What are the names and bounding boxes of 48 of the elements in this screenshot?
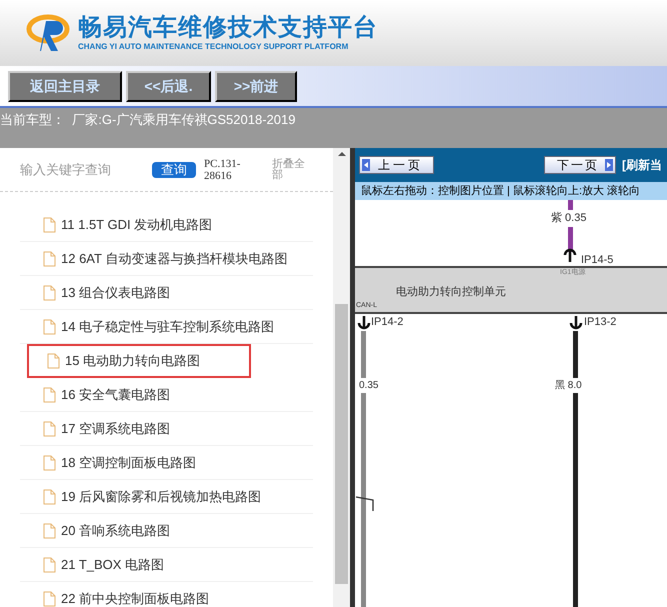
tree-item[interactable]: 14 电子稳定性与驻车控制系统电路图 [20, 310, 313, 344]
left-arrow-icon [362, 159, 370, 171]
header-title: 畅易汽车维修技术支持平台 [78, 14, 378, 42]
pin-label: IP14-5 [581, 253, 614, 268]
scrollbar-thumb[interactable] [335, 304, 348, 584]
document-code: PC.131-28616 [204, 158, 242, 182]
document-icon [43, 250, 56, 266]
scroll-up-icon[interactable] [338, 152, 346, 156]
next-page-button[interactable]: 下一页 [544, 156, 616, 174]
document-icon [43, 386, 56, 402]
document-icon [43, 420, 56, 436]
document-icon [47, 352, 60, 368]
tree-item[interactable]: 12 6AT 自动变速器与换挡杆模块电路图 [20, 242, 313, 276]
tree-item[interactable]: 20 音响系统电路图 [20, 514, 313, 548]
tree-item[interactable]: 19 后风窗除雾和后视镜加热电路图 [20, 480, 313, 514]
document-icon [43, 454, 56, 470]
wire-label: 0.35 [359, 378, 378, 393]
document-icon [43, 318, 56, 334]
wire-label: 紫 0.35 [551, 210, 586, 226]
search-field[interactable]: 输入关键字查询 [20, 160, 148, 180]
tree-item[interactable]: 15 电动助力转向电路图 [27, 344, 251, 378]
refresh-link[interactable]: [刷新当 [622, 156, 662, 174]
document-icon [43, 522, 56, 538]
connector-icon [569, 316, 583, 332]
document-icon [43, 284, 56, 300]
connector-icon [563, 246, 577, 262]
tree-item[interactable]: 17 空调系统电路图 [20, 412, 313, 446]
instruction-bar: 鼠标左右拖动：控制图片位置 | 鼠标滚轮向上:放大 滚轮向 [355, 182, 667, 200]
header-subtitle: CHANG YI AUTO MAINTENANCE TECHNOLOGY SUPPORT PLATFORM [78, 42, 350, 52]
document-icon [43, 216, 56, 232]
search-button[interactable]: 查询 [152, 162, 196, 178]
tree-item[interactable]: 22 前中央控制面板电路图 [20, 582, 313, 607]
tree-item[interactable]: 13 组合仪表电路图 [20, 276, 313, 310]
tree-item[interactable]: 11 1.5T GDI 发动机电路图 [20, 208, 313, 242]
document-icon [43, 488, 56, 504]
document-icon [43, 556, 56, 572]
logo-icon [26, 13, 70, 53]
tree-item[interactable]: 21 T_BOX 电路图 [20, 548, 313, 582]
unit-label: 电动助力转向控制单元 [396, 285, 506, 300]
pin-label: IP13-2 [584, 315, 616, 330]
wire-label: 黑 8.0 [555, 378, 582, 393]
current-vehicle: 当前车型： 厂家:G-广汽乘用车传祺GS52018-2019 [0, 112, 296, 127]
right-arrow-icon [605, 159, 613, 171]
tree-item[interactable]: 16 安全气囊电路图 [20, 378, 313, 412]
previous-page-button[interactable]: 上一页 [359, 156, 434, 174]
pin-label: IP14-2 [371, 315, 404, 330]
connector-icon [357, 316, 371, 332]
tree-item[interactable]: 18 空调控制面板电路图 [20, 446, 313, 480]
